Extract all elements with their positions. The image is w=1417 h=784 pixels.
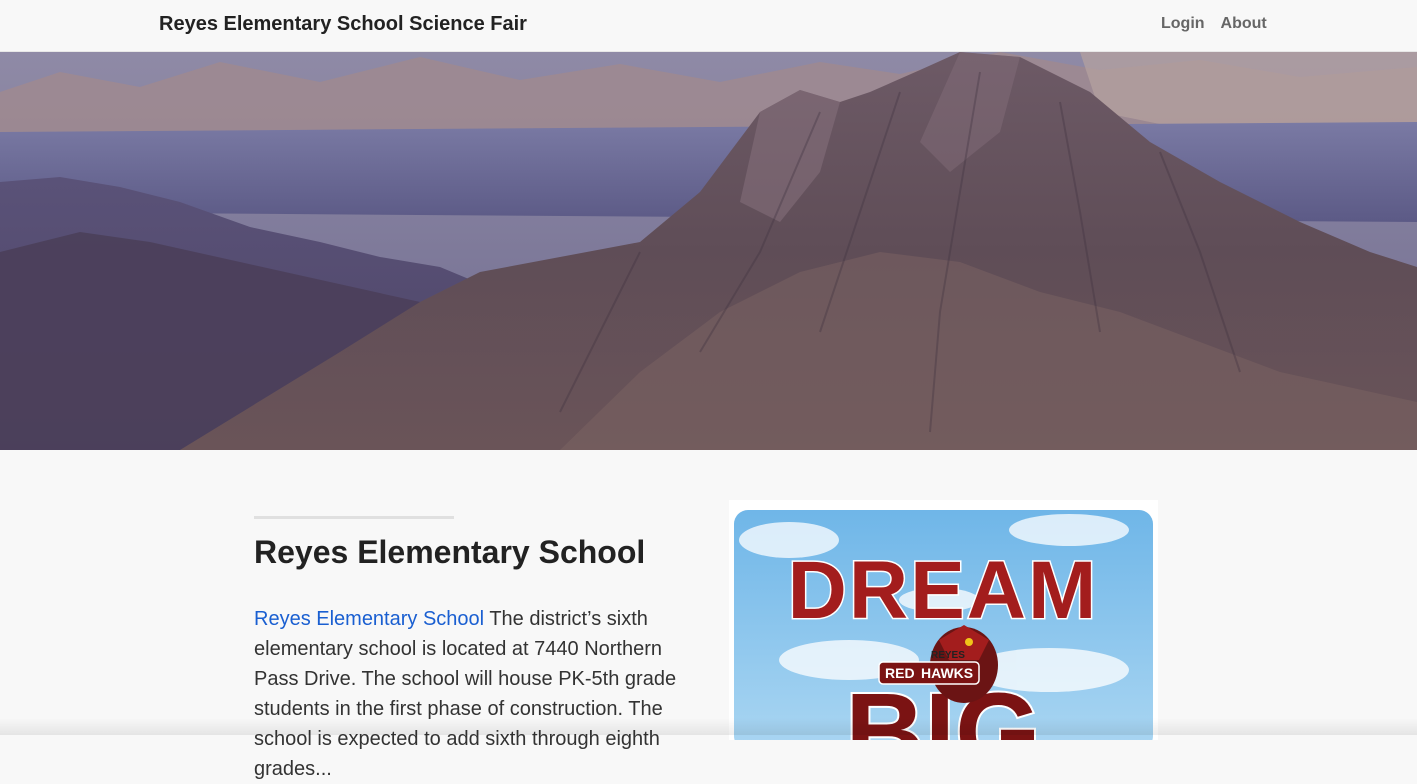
hero-image	[0, 52, 1417, 450]
nav-login-link[interactable]: Login	[1161, 15, 1205, 33]
svg-text:RED: RED	[885, 665, 915, 681]
nav-links: Login About	[1161, 15, 1267, 33]
svg-text:REYES: REYES	[931, 650, 965, 661]
school-description-text: The district’s sixth elementary school i…	[254, 608, 677, 780]
svg-text:HAWKS: HAWKS	[921, 665, 973, 681]
school-link[interactable]: Reyes Elementary School	[254, 608, 484, 630]
dream-big-image: DREAM BIG RED HAWKS REYES	[734, 510, 1153, 740]
main-content: Reyes Elementary School Reyes Elementary…	[0, 450, 1417, 780]
mountain-landscape-illustration	[0, 52, 1417, 450]
page-title: Reyes Elementary School	[254, 534, 646, 570]
dream-big-poster: DREAM BIG RED HAWKS REYES	[729, 500, 1158, 740]
site-brand[interactable]: Reyes Elementary School Science Fair	[159, 13, 527, 36]
poster-dream-text: DREAM	[788, 545, 1099, 636]
section-divider	[254, 516, 454, 519]
navbar: Reyes Elementary School Science Fair Log…	[0, 0, 1417, 52]
nav-about-link[interactable]: About	[1221, 15, 1267, 33]
school-description: Reyes Elementary School The district’s s…	[254, 604, 704, 784]
